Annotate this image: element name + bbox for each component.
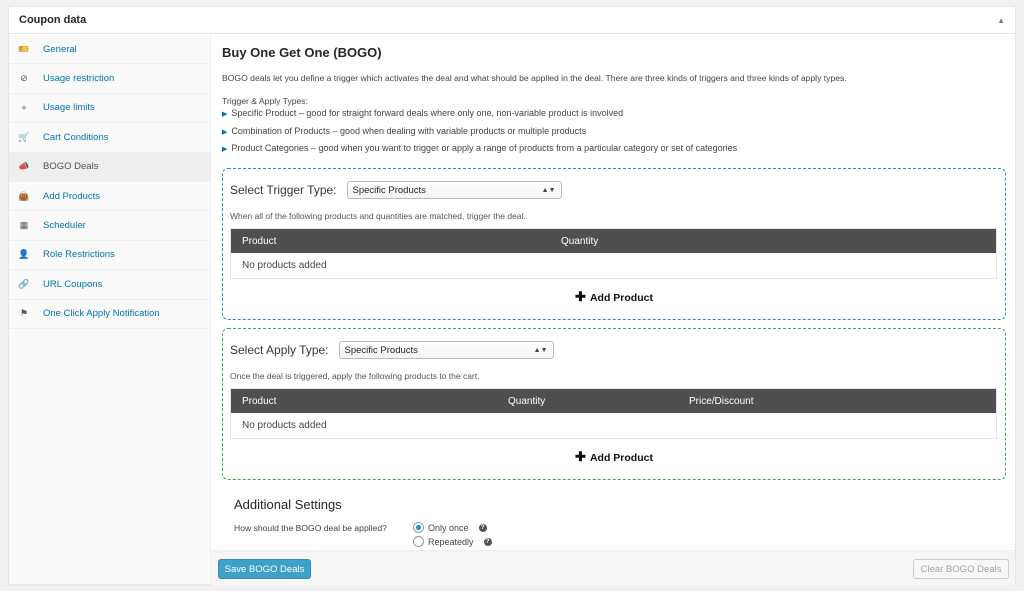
updown-arrow-icon: ▲▼: [541, 186, 556, 194]
sidebar-item-bogo-deals[interactable]: 📣 BOGO Deals: [9, 152, 210, 182]
additional-settings-title: Additional Settings: [234, 497, 342, 512]
trigger-type-select[interactable]: Specific Products ▲▼: [346, 181, 562, 199]
sidebar-item-label: URL Coupons: [43, 278, 103, 290]
table-empty-row: No products added: [242, 420, 327, 431]
apply-type-select[interactable]: Specific Products ▲▼: [338, 341, 554, 359]
types-label: Trigger & Apply Types:: [222, 96, 308, 106]
type-list-item: ▶ Specific Product – good for straight fo…: [222, 108, 623, 118]
column-header-product: Product: [242, 235, 277, 247]
ticket-icon: 🎫: [18, 43, 30, 54]
page-title: Buy One Get One (BOGO): [222, 45, 382, 60]
panel-title: Coupon data: [19, 14, 87, 26]
flag-icon: ⚑: [19, 308, 29, 319]
sidebar-item-label: Scheduler: [43, 220, 86, 232]
help-icon: ?: [483, 537, 492, 546]
trigger-type-label: Select Trigger Type:: [230, 183, 337, 197]
block-icon: ⊘: [20, 73, 28, 84]
radio-label: Only once: [428, 522, 469, 533]
sidebar-item-label: Add Products: [43, 190, 101, 202]
apply-help-text: Once the deal is triggered, apply the fo…: [230, 371, 480, 381]
radio-button[interactable]: [413, 536, 424, 547]
column-header-quantity: Quantity: [508, 395, 546, 407]
apply-frequency-question: How should the BOGO deal be applied?: [234, 523, 387, 533]
trigger-section: Select Trigger Type: Specific Products ▲…: [222, 168, 1006, 320]
triangle-bullet-icon: ▶: [222, 129, 228, 136]
sidebar-item-url-coupons[interactable]: 🔗 URL Coupons: [9, 270, 210, 300]
cart-icon: 🛒: [18, 131, 30, 142]
type-list-item: ▶ Product Categories – good when you want…: [222, 143, 737, 153]
triangle-bullet-icon: ▶: [222, 111, 228, 118]
table-header: Product Quantity: [231, 229, 996, 253]
trigger-help-text: When all of the following products and q…: [230, 211, 526, 221]
type-text: Combination of Products – good when deal…: [231, 126, 587, 136]
sidebar-item-label: Usage restriction: [43, 73, 115, 85]
radio-only-once[interactable]: Only once ?: [413, 522, 487, 533]
apply-add-product-button[interactable]: ✚ Add Product: [223, 449, 1005, 465]
trigger-add-product-button[interactable]: ✚ Add Product: [223, 289, 1005, 305]
radio-label: Repeatedly: [428, 536, 474, 547]
sidebar-item-label: One Click Apply Notification: [43, 308, 160, 320]
updown-arrow-icon: ▲▼: [533, 346, 548, 354]
sidebar-item-general[interactable]: 🎫 General: [9, 35, 210, 65]
coupon-tabs-sidebar: 🎫 General ⊘ Usage restriction + Usage li…: [9, 35, 211, 584]
type-text: Specific Product – good for straight for…: [231, 108, 624, 118]
trigger-type-row: Select Trigger Type: Specific Products ▲…: [230, 181, 562, 199]
collapse-toggle-icon[interactable]: ▲: [997, 16, 1005, 25]
calendar-icon: ▦: [19, 220, 29, 231]
plus-icon: ✚: [575, 449, 586, 464]
sidebar-item-label: Cart Conditions: [43, 131, 109, 143]
sidebar-item-label: BOGO Deals: [43, 161, 99, 173]
type-text: Product Categories – good when you want …: [231, 143, 738, 153]
apply-type-label: Select Apply Type:: [230, 343, 329, 357]
apply-type-value: Specific Products: [344, 344, 418, 356]
sidebar-item-role-restrictions[interactable]: 👤 Role Restrictions: [9, 241, 210, 271]
add-product-label: Add Product: [589, 292, 653, 304]
trigger-products-table: Product Quantity No products added: [230, 228, 997, 279]
sidebar-item-scheduler[interactable]: ▦ Scheduler: [9, 211, 210, 241]
apply-type-row: Select Apply Type: Specific Products ▲▼: [230, 341, 554, 359]
radio-button-checked[interactable]: [413, 522, 424, 533]
bogo-description: BOGO deals let you define a trigger whic…: [222, 73, 847, 83]
clear-bogo-deals-button[interactable]: Clear BOGO Deals: [913, 559, 1009, 579]
sidebar-item-label: Role Restrictions: [43, 249, 115, 261]
coupon-data-panel: Coupon data ▲ 🎫 General ⊘ Usage restrict…: [8, 6, 1016, 586]
link-icon: 🔗: [18, 278, 30, 289]
sidebar-item-label: Usage limits: [43, 102, 95, 114]
triangle-bullet-icon: ▶: [222, 146, 228, 153]
column-header-price-discount: Price/Discount: [689, 395, 754, 407]
panel-footer: Save BOGO Deals Clear BOGO Deals: [211, 550, 1015, 586]
help-icon: ?: [478, 523, 487, 532]
sidebar-item-label: General: [43, 43, 77, 55]
apply-section: Select Apply Type: Specific Products ▲▼ …: [222, 328, 1006, 480]
table-header: Product Quantity Price/Discount: [231, 389, 996, 413]
sidebar-item-usage-restriction[interactable]: ⊘ Usage restriction: [9, 64, 210, 94]
sidebar-item-add-products[interactable]: 👜 Add Products: [9, 182, 210, 212]
sidebar-item-cart-conditions[interactable]: 🛒 Cart Conditions: [9, 123, 210, 153]
radio-repeatedly[interactable]: Repeatedly ?: [413, 536, 492, 547]
plus-icon: ✚: [575, 289, 586, 304]
megaphone-icon: 📣: [18, 161, 30, 172]
column-header-quantity: Quantity: [561, 235, 599, 247]
table-empty-row: No products added: [242, 260, 327, 271]
add-product-label: Add Product: [589, 452, 653, 464]
save-bogo-deals-button[interactable]: Save BOGO Deals: [218, 559, 311, 579]
panel-header: Coupon data ▲: [9, 7, 1015, 34]
sidebar-item-one-click-apply-notification[interactable]: ⚑ One Click Apply Notification: [9, 300, 210, 329]
apply-products-table: Product Quantity Price/Discount No produ…: [230, 388, 997, 439]
trigger-type-value: Specific Products: [352, 184, 426, 196]
bag-icon: 👜: [18, 190, 30, 201]
user-icon: 👤: [18, 249, 30, 260]
sidebar-item-usage-limits[interactable]: + Usage limits: [9, 94, 210, 124]
plus-icon: +: [21, 102, 27, 113]
column-header-product: Product: [242, 395, 277, 407]
type-list-item: ▶ Combination of Products – good when dea…: [222, 126, 586, 136]
